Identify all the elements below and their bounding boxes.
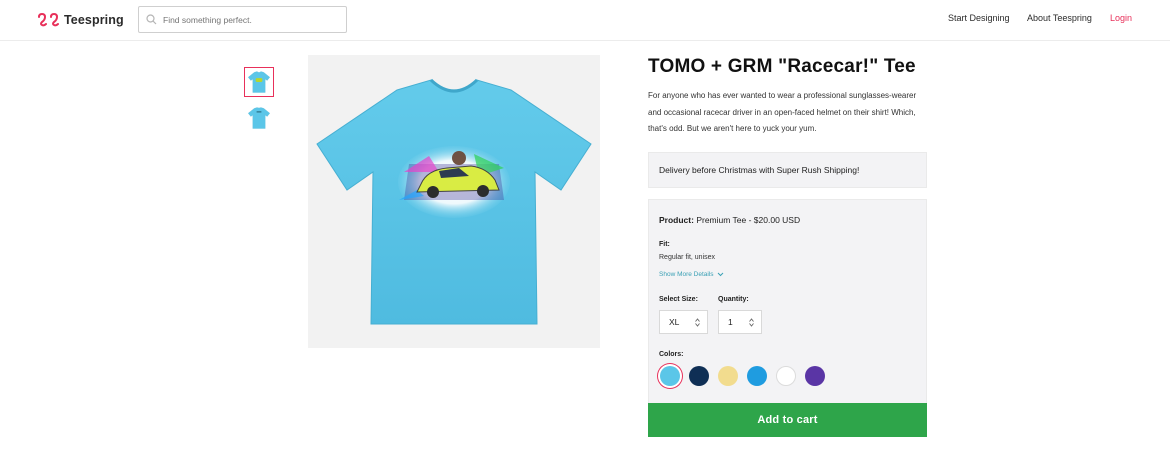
fit-label: Fit: (659, 241, 670, 248)
site-header: Teespring Start Designing About Teesprin… (0, 0, 1170, 41)
product-title: TOMO + GRM "Racecar!" Tee (648, 56, 916, 77)
fit-value: Regular fit, unisex (659, 254, 716, 261)
tshirt-front-thumbnail-icon (248, 71, 270, 93)
color-swatch[interactable] (660, 366, 680, 386)
quantity-label: Quantity: (718, 296, 749, 303)
color-swatches (660, 366, 825, 386)
colors-label: Colors: (659, 351, 684, 358)
tshirt-product-image (316, 78, 592, 324)
product-label: Product: (659, 215, 694, 225)
show-more-label: Show More Details (659, 271, 714, 278)
thumbnail-front[interactable] (244, 67, 274, 97)
color-swatch[interactable] (776, 366, 796, 386)
tshirt-back-thumbnail-icon (248, 107, 270, 129)
size-label: Select Size: (659, 296, 698, 303)
add-to-cart-button[interactable]: Add to cart (648, 403, 927, 437)
product-main-image (308, 55, 600, 348)
size-select[interactable]: XL (659, 310, 708, 334)
logo-text: Teespring (64, 13, 124, 27)
search-icon (146, 14, 157, 25)
product-type: Product: Premium Tee - $20.00 USD (659, 215, 800, 225)
teespring-logo-icon (38, 13, 59, 27)
product-value: Premium Tee - $20.00 USD (696, 215, 801, 225)
delivery-notice: Delivery before Christmas with Super Rus… (648, 152, 927, 188)
color-swatch[interactable] (747, 366, 767, 386)
search-box[interactable] (138, 6, 347, 33)
select-arrows-icon (695, 318, 700, 327)
delivery-notice-text: Delivery before Christmas with Super Rus… (659, 165, 860, 175)
nav-start-designing[interactable]: Start Designing (948, 13, 1010, 23)
stepper-arrows-icon[interactable] (749, 318, 754, 327)
color-swatch[interactable] (805, 366, 825, 386)
show-more-details-link[interactable]: Show More Details (659, 271, 724, 278)
nav-login[interactable]: Login (1110, 13, 1132, 23)
quantity-value: 1 (728, 317, 733, 327)
color-swatch[interactable] (718, 366, 738, 386)
search-input[interactable] (163, 14, 333, 25)
product-description: For anyone who has ever wanted to wear a… (648, 91, 917, 133)
nav-about-teespring[interactable]: About Teespring (1027, 13, 1092, 23)
size-value: XL (669, 317, 680, 327)
teespring-logo[interactable]: Teespring (37, 11, 124, 29)
color-swatch[interactable] (689, 366, 709, 386)
chevron-down-icon (717, 272, 723, 277)
thumbnail-back[interactable] (244, 103, 274, 133)
quantity-stepper[interactable]: 1 (718, 310, 762, 334)
product-options-panel: Product: Premium Tee - $20.00 USD Fit: R… (648, 199, 927, 437)
